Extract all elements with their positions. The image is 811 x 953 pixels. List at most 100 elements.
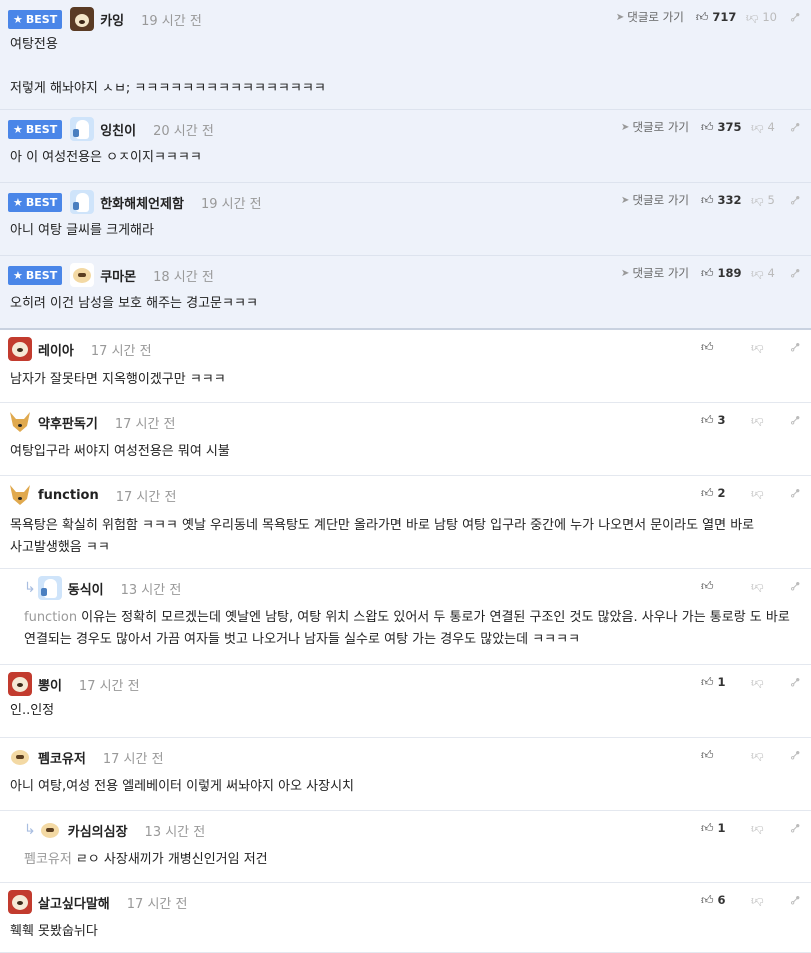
avatar[interactable] [70,7,95,31]
nickname[interactable]: 쿠마몬 [100,266,136,285]
upvote-button[interactable]: 👍︎ [701,748,745,763]
comment-text-content: 아 이 여성전용은 ㅇㅈ이지ㅋㅋㅋㅋ [10,150,202,165]
nickname[interactable]: function [38,488,99,503]
comment-header: 펨코유저 17 시간 전 [8,744,164,770]
link-icon[interactable]: ⊶ [786,673,804,691]
link-icon[interactable]: ⊶ [786,484,804,502]
best-badge-label: BEST [25,268,58,282]
comment-header: ★ BEST 한화해체언제함 19 시간 전 [8,189,262,215]
upvote-button[interactable]: 👍︎ [701,340,745,355]
avatar[interactable] [8,483,32,507]
avatar[interactable] [8,337,32,361]
link-icon[interactable]: ⊶ [786,338,804,356]
avatar[interactable] [37,576,62,600]
upvote-button[interactable]: 👍︎ 332 [701,193,745,208]
best-badge: ★ BEST [8,265,63,285]
upvote-button[interactable]: 👍︎ 3 [701,413,745,428]
avatar[interactable] [8,745,32,769]
send-icon: ➤ [621,194,630,206]
link-icon[interactable]: ⊶ [786,746,804,764]
upvote-button[interactable]: 👍︎ [701,579,745,594]
nickname[interactable]: 잉친이 [100,120,136,139]
nickname[interactable]: 펨코유저 [38,748,86,767]
downvote-button[interactable]: 👍︎ [751,748,777,763]
downvote-button[interactable]: 👍︎ [751,675,777,690]
upvote-button[interactable]: 👍︎ 1 [701,675,745,690]
comment-header: function 17 시간 전 [8,482,176,508]
link-icon[interactable]: ⊶ [786,891,804,909]
upvote-button[interactable]: 👍︎ 2 [701,486,745,501]
comment-text: 여탕전용 저렇게 해놔야지 ㅅㅂ; ㅋㅋㅋㅋㅋㅋㅋㅋㅋㅋㅋㅋㅋㅋㅋㅋ [10,34,801,100]
nickname[interactable]: 뽕이 [38,675,62,694]
link-icon[interactable]: ⊶ [786,118,804,136]
comment-actions: 👍︎ 6 👍︎ ⊶ [701,890,804,910]
go-to-reply-link[interactable]: ➤ 댓글로 가기 [621,265,689,281]
avatar[interactable] [37,818,62,842]
link-icon[interactable]: ⊶ [786,191,804,209]
best-comment: ★ BEST 쿠마몬 18 시간 전 오히려 이건 남성을 보호 해주는 경고문ㅋㅋㅋ ➤… [0,256,811,330]
upvote-button[interactable]: 👍︎ 6 [701,893,745,908]
mention[interactable]: function [24,610,77,625]
nickname[interactable]: 살고싶다말해 [38,893,110,912]
comment-text: 오히려 이건 남성을 보호 해주는 경고문ㅋㅋㅋ [10,293,801,315]
comment: function 17 시간 전 목욕탕은 확실히 위험함 ㅋㅋㅋ 옛날 우리동네 … [0,476,811,569]
go-to-reply-link[interactable]: ➤ 댓글로 가기 [621,192,689,208]
mention[interactable]: 펨코유저 [24,852,72,867]
nickname[interactable]: 카잉 [100,10,124,29]
downvote-button[interactable]: 👍︎ [751,413,777,428]
nickname[interactable]: 카심의심장 [68,821,128,840]
avatar[interactable] [70,117,95,141]
upvote-button[interactable]: 👍︎ 189 [701,266,745,281]
link-icon[interactable]: ⊶ [786,264,804,282]
link-icon[interactable]: ⊶ [786,819,804,837]
go-to-reply-label: 댓글로 가기 [627,10,684,24]
go-to-reply-link[interactable]: ➤ 댓글로 가기 [616,9,684,25]
upvote-button[interactable]: 👍︎ 375 [701,120,745,135]
comment-text-content: 아니 여탕 글씨를 크게해라 [10,223,154,238]
downvote-button[interactable]: 👍︎ [751,821,777,836]
best-badge: ★ BEST [8,119,63,139]
go-to-reply-link[interactable]: ➤ 댓글로 가기 [621,119,689,135]
comment-text: 여탕입구라 써야지 여성전용은 뭐여 시불 [10,441,801,463]
upvote-button[interactable]: 👍︎ 1 [701,821,745,836]
downvote-button[interactable]: 👍︎ [751,893,777,908]
comment-header: ★ BEST 잉친이 20 시간 전 [8,116,214,142]
nickname[interactable]: 한화해체언제함 [100,193,184,212]
timestamp: 19 시간 전 [200,196,262,212]
avatar[interactable] [8,890,32,914]
comment-text: 아니 여탕 글씨를 크게해라 [10,220,801,242]
downvote-button[interactable]: 👍︎ 10 [746,10,777,25]
downvote-button[interactable]: 👍︎ 4 [751,120,777,135]
comment-list: ★ BEST 카잉 19 시간 전 여탕전용 저렇게 해놔야지 ㅅㅂ; ㅋㅋㅋㅋㅋㅋㅋㅋ… [0,0,811,953]
nickname[interactable]: 동식이 [68,579,104,598]
upvote-button[interactable]: 👍︎ 717 [696,10,740,25]
best-badge-label: BEST [25,122,58,136]
thumbs-down-icon: 👍︎ [751,193,764,208]
upvote-count: 6 [717,893,726,907]
nickname[interactable]: 레이아 [38,340,74,359]
downvote-button[interactable]: 👍︎ [751,340,777,355]
downvote-button[interactable]: 👍︎ 4 [751,266,777,281]
comment-text-content: ㄹㅇ 사장새끼가 개병신인거임 저건 [75,852,268,867]
comment-actions: 👍︎ 1 👍︎ ⊶ [701,672,804,692]
avatar[interactable] [70,190,95,214]
avatar[interactable] [8,672,32,696]
nickname[interactable]: 약후판독기 [38,413,98,432]
avatar[interactable] [8,410,32,434]
timestamp: 13 시간 전 [120,582,182,598]
star-icon: ★ [13,195,23,209]
downvote-button[interactable]: 👍︎ 5 [751,193,777,208]
upvote-count: 332 [717,193,742,207]
thumbs-up-icon: 👍︎ [701,747,714,762]
star-icon: ★ [13,122,23,136]
downvote-button[interactable]: 👍︎ [751,486,777,501]
thumbs-up-icon: 👍︎ [701,578,714,593]
link-icon[interactable]: ⊶ [786,8,804,26]
downvote-button[interactable]: 👍︎ [751,579,777,594]
link-icon[interactable]: ⊶ [786,411,804,429]
comment-header: 살고싶다말해 17 시간 전 [8,889,187,915]
avatar[interactable] [70,263,95,287]
star-icon: ★ [13,268,23,282]
thumbs-up-icon: 👍︎ [701,485,714,500]
link-icon[interactable]: ⊶ [786,577,804,595]
